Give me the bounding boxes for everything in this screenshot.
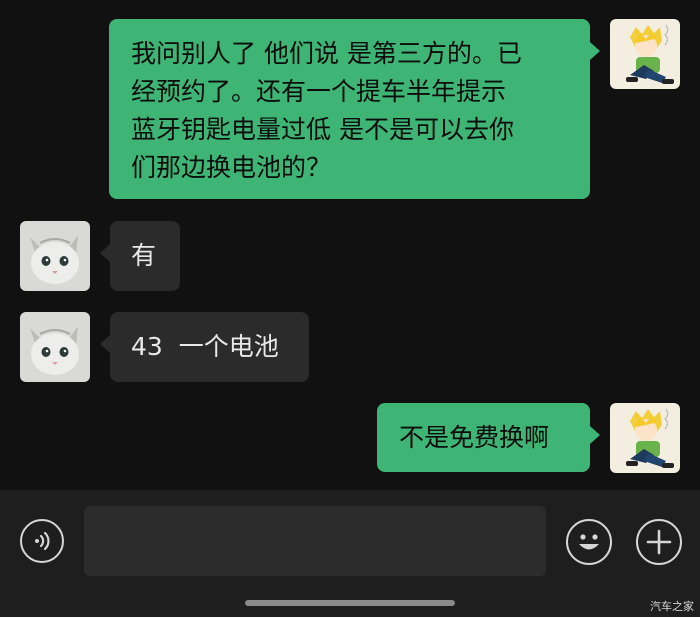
contact-avatar[interactable] <box>20 221 90 291</box>
voice-button[interactable] <box>20 519 64 563</box>
message-bubble-incoming[interactable]: 有 <box>110 221 180 291</box>
chat-area: 我问别人了 他们说 是第三方的。已 经预约了。还有一个提车半年提示 蓝牙钥匙电量… <box>0 0 700 490</box>
bubble-tail <box>100 335 110 353</box>
my-avatar[interactable] <box>610 403 680 473</box>
plus-icon <box>646 529 672 555</box>
bubble-tail <box>590 426 600 444</box>
my-avatar[interactable] <box>610 19 680 89</box>
message-bubble-incoming[interactable]: 43 一个电池 <box>110 312 309 382</box>
voice-icon <box>35 531 50 551</box>
plus-button[interactable] <box>636 519 682 565</box>
emoji-button[interactable] <box>566 519 612 565</box>
emoji-icon <box>579 534 599 550</box>
bubble-tail <box>590 42 600 60</box>
home-indicator[interactable] <box>245 600 455 606</box>
message-input[interactable] <box>84 506 546 576</box>
input-bar: 汽车之家 <box>0 490 700 617</box>
message-bubble-outgoing[interactable]: 我问别人了 他们说 是第三方的。已 经预约了。还有一个提车半年提示 蓝牙钥匙电量… <box>109 19 590 199</box>
watermark: 汽车之家 <box>650 600 694 613</box>
bubble-tail <box>100 244 110 262</box>
contact-avatar[interactable] <box>20 312 90 382</box>
message-bubble-outgoing[interactable]: 不是免费换啊 <box>377 403 590 472</box>
